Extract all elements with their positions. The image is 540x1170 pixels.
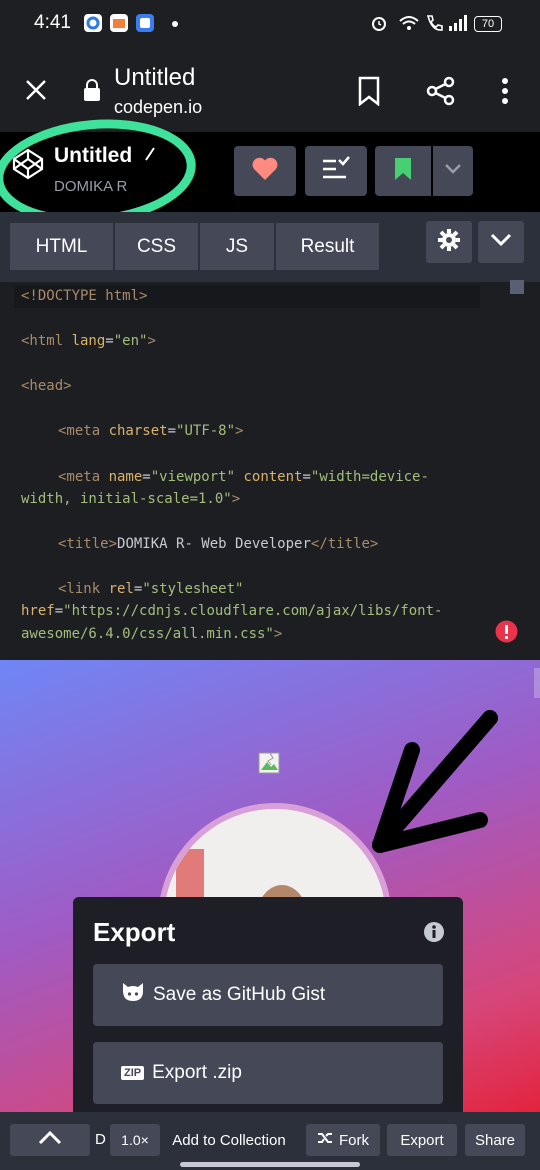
code-line-5-wrap: width, initial-scale=1.0">: [21, 491, 241, 507]
export-zip-label: Export .zip: [152, 1062, 242, 1083]
fork-icon: [317, 1131, 333, 1149]
status-bar: 4:41 70: [0, 0, 540, 48]
code-line-6: <title>DOMIKA R- Web Developer</title>: [58, 536, 379, 552]
fork-button[interactable]: Fork: [306, 1124, 380, 1156]
drawn-arrow-annotation: [360, 710, 510, 865]
call-icon: [424, 14, 444, 35]
tab-js[interactable]: JS: [200, 223, 274, 270]
add-to-collection-button[interactable]: Add to Collection: [164, 1124, 294, 1156]
broken-image-icon: [258, 752, 282, 781]
collapse-editor-button[interactable]: [478, 221, 524, 263]
code-line-1: <!DOCTYPE html>: [21, 288, 148, 304]
save-github-gist-label: Save as GitHub Gist: [153, 984, 326, 1005]
browser-url[interactable]: codepen.io: [114, 97, 202, 118]
zoom-button[interactable]: 1.0×: [110, 1124, 160, 1156]
error-icon[interactable]: [495, 620, 518, 647]
wifi-icon: [398, 14, 420, 35]
more-options-icon[interactable]: [500, 76, 510, 111]
message-notification-icon: [136, 14, 154, 32]
more-notifications-dot: [172, 21, 178, 27]
zip-icon: ZIP: [121, 1066, 145, 1080]
like-button[interactable]: [234, 146, 296, 196]
html-code-editor[interactable]: <!DOCTYPE html> <html lang="en"> <head> …: [0, 280, 540, 660]
battery-icon: 70: [474, 14, 502, 32]
chevron-down-icon: [444, 162, 462, 180]
save-github-gist-button[interactable]: Save as GitHub Gist: [93, 964, 443, 1026]
list-check-icon: [320, 155, 352, 188]
pin-dropdown-button[interactable]: [433, 146, 473, 196]
editor-tabs-bar: HTML CSS JS Result: [0, 212, 540, 282]
battery-level: 70: [474, 16, 502, 32]
export-title: Export: [93, 917, 176, 947]
collections-button[interactable]: [305, 146, 367, 196]
gallery-notification-icon: [110, 14, 128, 32]
preview-scrollbar[interactable]: [534, 668, 540, 698]
console-toggle-button[interactable]: [10, 1124, 90, 1156]
signal-icon: [448, 14, 470, 35]
code-line-5: <meta name="viewport" content="width=dev…: [58, 469, 429, 485]
code-line-7: <link rel="stylesheet": [58, 581, 244, 597]
app-notification-icon: [84, 14, 102, 32]
tab-result[interactable]: Result: [276, 223, 379, 270]
share-icon[interactable]: [426, 76, 456, 111]
settings-button[interactable]: [426, 221, 472, 263]
tab-css[interactable]: CSS: [115, 223, 198, 270]
fork-label: Fork: [339, 1131, 369, 1149]
bottom-toolbar: D 1.0× Add to Collection Fork Export Sha…: [0, 1112, 540, 1170]
heart-icon: [251, 157, 279, 186]
browser-toolbar: Untitled codepen.io: [0, 48, 540, 132]
share-button[interactable]: Share: [465, 1124, 525, 1156]
scrollbar-thumb[interactable]: [510, 280, 524, 294]
code-line-2: <html lang="en">: [21, 333, 156, 349]
code-line-4: <meta charset="UTF-8">: [58, 423, 244, 439]
export-zip-button[interactable]: ZIP Export .zip: [93, 1042, 443, 1104]
close-icon[interactable]: [24, 78, 48, 107]
info-icon[interactable]: [423, 921, 445, 948]
browser-page-title: Untitled: [114, 64, 196, 91]
alarm-icon: [370, 14, 388, 35]
code-line-3: <head>: [21, 378, 72, 394]
status-time: 4:41: [34, 12, 71, 33]
github-icon: [121, 981, 145, 1009]
chevron-down-icon: [489, 232, 513, 253]
home-gesture-bar[interactable]: [180, 1162, 360, 1167]
chevron-up-icon: [37, 1130, 63, 1150]
console-label-truncated: D: [95, 1131, 106, 1148]
pin-button[interactable]: [375, 146, 431, 196]
lock-icon[interactable]: [82, 78, 102, 107]
export-panel: Export Save as GitHub Gist ZIP Export .z…: [73, 897, 463, 1125]
tab-html[interactable]: HTML: [10, 223, 113, 270]
gear-icon: [437, 228, 461, 257]
bookmark-icon[interactable]: [356, 76, 382, 111]
code-line-7-wrap-2: awesome/6.4.0/css/all.min.css">: [21, 626, 283, 642]
bookmark-icon: [393, 156, 413, 187]
export-button[interactable]: Export: [387, 1124, 457, 1156]
code-line-7-wrap: href="https://cdnjs.cloudflare.com/ajax/…: [21, 603, 443, 619]
